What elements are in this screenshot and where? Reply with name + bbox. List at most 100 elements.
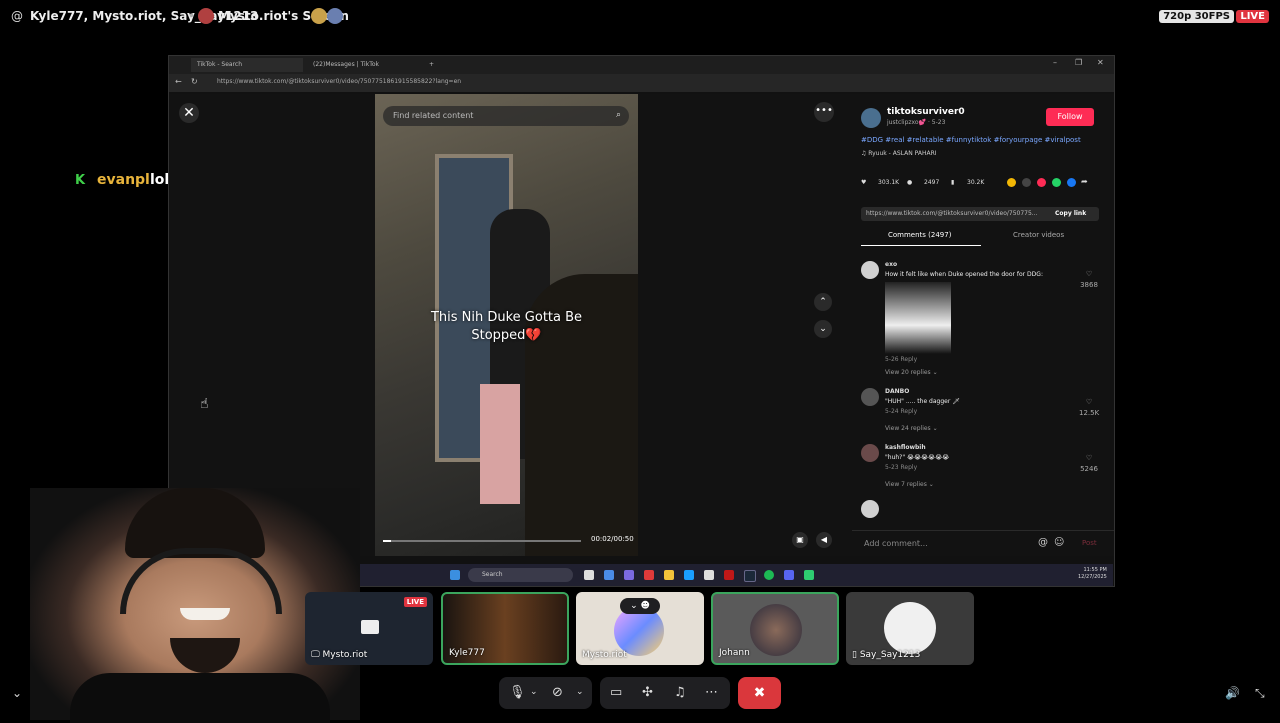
chevron-down-icon[interactable]: ⌄ bbox=[12, 686, 22, 700]
related-search-box[interactable]: Find related content ⌕ bbox=[383, 106, 629, 126]
video-player[interactable]: Find related content ⌕ This Nih Duke Got… bbox=[375, 94, 638, 556]
post-music[interactable]: ♫ Ryuuk - ASLAN PAHARI bbox=[861, 150, 937, 157]
search-icon[interactable]: ⌕ bbox=[616, 110, 621, 120]
camera-options-icon[interactable]: ⌄ bbox=[576, 687, 584, 697]
participant-tile[interactable]: Johann bbox=[711, 592, 839, 665]
add-comment-input[interactable]: Add comment... bbox=[864, 539, 928, 548]
mention-icon[interactable]: @ bbox=[1038, 537, 1048, 548]
more-options-icon[interactable]: ••• bbox=[814, 102, 834, 122]
participant-tile[interactable]: Kyle777 bbox=[441, 592, 569, 665]
comment-meta[interactable]: 5-26 Reply bbox=[885, 356, 917, 363]
comment-avatar[interactable] bbox=[861, 500, 879, 518]
screen-share-icon[interactable]: ▭ bbox=[610, 685, 622, 700]
exit-fullscreen-icon[interactable]: ⤡ bbox=[1255, 686, 1265, 701]
next-video-icon[interactable]: ⌄ bbox=[814, 320, 832, 338]
comment-meta[interactable]: 5-23 Reply bbox=[885, 464, 917, 471]
comment-like-icon[interactable]: ♡ bbox=[1079, 398, 1099, 406]
post-hashtags[interactable]: #DDG #real #relatable #funnytiktok #fory… bbox=[861, 136, 1081, 144]
creator-username[interactable]: tiktoksurviver0 bbox=[887, 107, 965, 117]
spotify-icon[interactable] bbox=[764, 570, 774, 580]
comment-icon[interactable]: ● bbox=[907, 179, 912, 186]
mic-options-icon[interactable]: ⌄ bbox=[530, 687, 538, 697]
task-view-icon[interactable] bbox=[584, 570, 594, 580]
embed-icon[interactable] bbox=[1022, 178, 1031, 187]
microphone-icon[interactable]: 🎙 bbox=[509, 685, 526, 700]
post-link[interactable]: https://www.tiktok.com/@tiktoksurviver0/… bbox=[866, 210, 1038, 217]
comment-avatar[interactable] bbox=[861, 444, 879, 462]
participant-name: Mysto.riot bbox=[322, 650, 368, 660]
close-icon[interactable]: ✕ bbox=[179, 103, 199, 123]
participant-avatar bbox=[750, 604, 802, 656]
call-header: @ Kyle777, Mysto.riot, Say_Say1213 • Mys… bbox=[0, 0, 1280, 32]
address-bar[interactable]: ← ↻ https://www.tiktok.com/@tiktoksurviv… bbox=[169, 74, 1114, 92]
file-explorer-icon[interactable] bbox=[664, 570, 674, 580]
send-icon[interactable] bbox=[1037, 178, 1046, 187]
view-replies[interactable]: View 7 replies ⌄ bbox=[885, 481, 934, 488]
close-window-button[interactable]: ✕ bbox=[1097, 58, 1104, 67]
new-tab-button[interactable]: + bbox=[423, 58, 440, 72]
bookmark-icon[interactable]: ▮ bbox=[951, 179, 954, 186]
browser-tab[interactable]: TikTok - Search bbox=[191, 58, 303, 72]
add-comment-bar[interactable]: Add comment... @ ☺ Post bbox=[852, 530, 1114, 555]
facebook-icon[interactable] bbox=[1067, 178, 1076, 187]
refresh-icon[interactable]: ↻ bbox=[191, 77, 198, 86]
start-icon[interactable] bbox=[450, 570, 460, 580]
view-replies[interactable]: View 20 replies ⌄ bbox=[885, 369, 938, 376]
live-badge: LIVE bbox=[1236, 10, 1269, 23]
comment-username[interactable]: exo bbox=[885, 261, 897, 268]
comment-image[interactable] bbox=[885, 282, 951, 354]
share-icon[interactable]: ➦ bbox=[1081, 177, 1088, 186]
emoji-icon[interactable]: ☺ bbox=[1054, 537, 1064, 548]
taskbar-search[interactable]: Search bbox=[468, 568, 573, 582]
netflix-icon[interactable] bbox=[724, 570, 734, 580]
comment-meta[interactable]: 5-24 Reply bbox=[885, 408, 917, 415]
view-replies[interactable]: View 24 replies ⌄ bbox=[885, 425, 938, 432]
tab-comments[interactable]: Comments (2497) bbox=[888, 231, 951, 239]
comment-like-icon[interactable]: ♡ bbox=[1079, 454, 1099, 462]
edge-icon[interactable] bbox=[684, 570, 694, 580]
copy-link-button[interactable]: Copy link bbox=[1055, 210, 1086, 217]
participant-tile[interactable]: ▯ Say_Say1213 bbox=[846, 592, 974, 665]
pip-icon[interactable]: ▣ bbox=[792, 532, 808, 548]
volume-icon[interactable]: ◀ bbox=[816, 532, 832, 548]
participant-tile[interactable]: LIVE 🖵 Mysto.riot bbox=[305, 592, 433, 665]
teams-icon[interactable] bbox=[624, 570, 634, 580]
tile-name: ▯ Say_Say1213 bbox=[852, 650, 921, 660]
follow-button[interactable]: Follow bbox=[1046, 108, 1094, 126]
comment-avatar[interactable] bbox=[861, 261, 879, 279]
app-icon[interactable] bbox=[804, 570, 814, 580]
volume-icon[interactable]: 🔊 bbox=[1225, 686, 1240, 700]
whatsapp-icon[interactable] bbox=[1052, 178, 1061, 187]
coin-icon[interactable] bbox=[1007, 178, 1016, 187]
maximize-button[interactable]: ❐ bbox=[1075, 58, 1082, 67]
url-text[interactable]: https://www.tiktok.com/@tiktoksurviver0/… bbox=[217, 78, 461, 85]
steam-icon[interactable] bbox=[744, 570, 756, 582]
video-progress-bar[interactable] bbox=[383, 540, 581, 542]
disconnect-button[interactable]: ✖ bbox=[738, 677, 781, 709]
previous-video-icon[interactable]: ⌃ bbox=[814, 293, 832, 311]
activities-icon[interactable]: ✣ bbox=[642, 685, 653, 700]
tab-creator-videos[interactable]: Creator videos bbox=[1013, 231, 1064, 239]
comment-like-icon[interactable]: ♡ bbox=[1079, 270, 1099, 278]
creator-avatar[interactable] bbox=[861, 108, 881, 128]
creator-handle: justclipzxo💕 · 5-23 bbox=[887, 119, 946, 126]
soundboard-icon[interactable]: ♫ bbox=[674, 685, 686, 700]
more-options-icon[interactable]: ⋯ bbox=[705, 685, 718, 700]
comment-text: "HUH" ..... the dagger 🗡 bbox=[885, 398, 960, 405]
participant-tile[interactable]: ⌄ ☻ Mysto.riot bbox=[576, 592, 704, 665]
comment-username[interactable]: DANBO bbox=[885, 388, 909, 395]
discord-icon[interactable] bbox=[784, 570, 794, 580]
like-icon[interactable]: ♥ bbox=[861, 179, 866, 186]
taskbar-clock[interactable]: 11:55 PM 12/27/2025 bbox=[1078, 567, 1107, 581]
comment-username[interactable]: kashflowbih bbox=[885, 444, 926, 451]
store-icon[interactable] bbox=[704, 570, 714, 580]
minimize-button[interactable]: – bbox=[1053, 58, 1057, 67]
back-icon[interactable]: ← bbox=[175, 77, 182, 86]
youtube-icon[interactable] bbox=[644, 570, 654, 580]
browser-tab[interactable]: (22)Messages | TikTok bbox=[307, 58, 419, 72]
more-actions-icon[interactable]: ⌄ ☻ bbox=[620, 598, 660, 614]
comment-avatar[interactable] bbox=[861, 388, 879, 406]
camera-off-icon[interactable]: ⊘ bbox=[552, 685, 563, 700]
copilot-icon[interactable] bbox=[604, 570, 614, 580]
post-comment-button[interactable]: Post bbox=[1082, 539, 1097, 547]
